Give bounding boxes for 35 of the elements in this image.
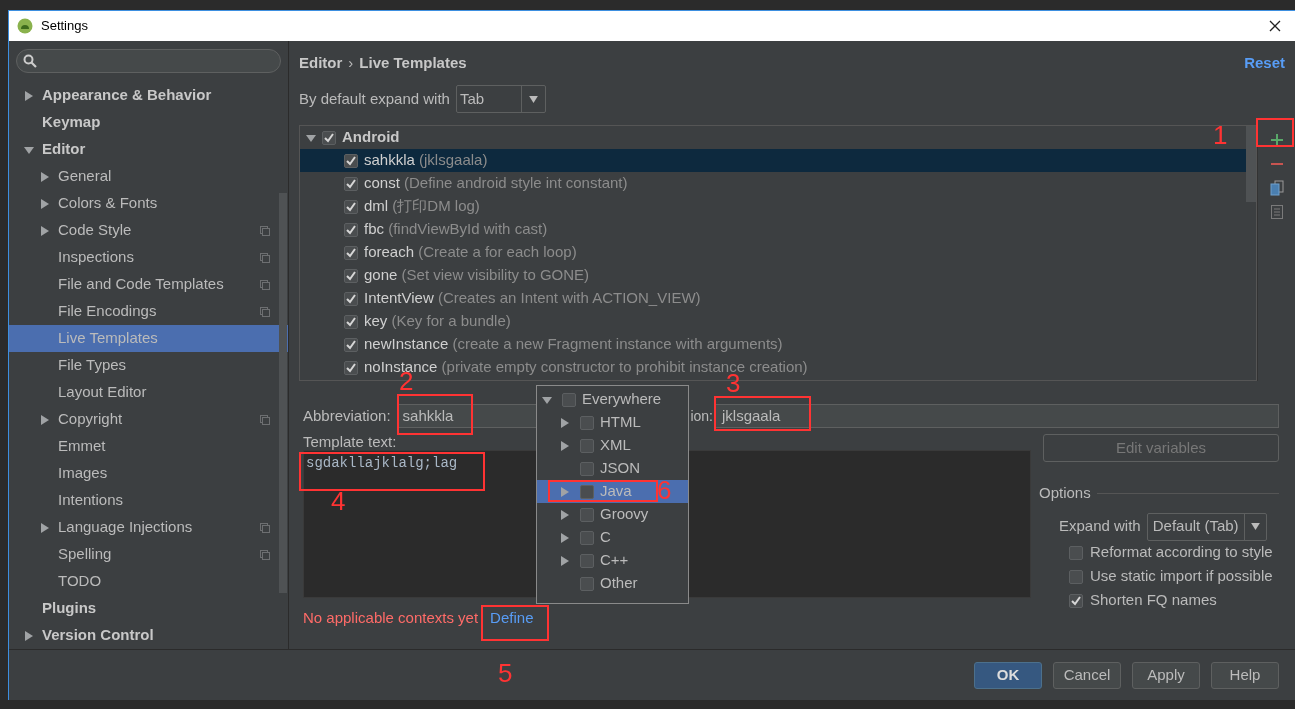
template-text-label: Template text: xyxy=(303,434,397,450)
template-name: sahkkla xyxy=(364,151,415,169)
template-description: (findViewById with cast) xyxy=(388,220,548,238)
template-description: (Create a for each loop) xyxy=(418,243,577,261)
annotation-number: 3 xyxy=(726,372,741,394)
template-name: IntentView xyxy=(364,289,434,307)
window-title: Settings xyxy=(41,17,88,36)
breadcrumb-separator: › xyxy=(348,52,354,73)
template-name: gone xyxy=(364,266,398,284)
template-name: const xyxy=(364,174,400,192)
template-name: newInstance xyxy=(364,335,449,353)
annotation-number: 5 xyxy=(498,662,513,684)
options-title: Options xyxy=(1039,483,1091,503)
template-name: foreach xyxy=(364,243,415,261)
description-label: ion: xyxy=(690,406,713,426)
option-label: Use static import if possible xyxy=(1090,566,1273,587)
template-description: (打印DM log) xyxy=(392,197,480,215)
expand-with-label: Expand with xyxy=(1059,516,1141,537)
template-description: (Define android style int constant) xyxy=(404,174,628,192)
template-description: (create a new Fragment instance with arguments) xyxy=(452,335,783,353)
template-name: fbc xyxy=(364,220,384,238)
template-description: (Key for a bundle) xyxy=(391,312,511,330)
template-name: key xyxy=(364,312,388,330)
annotation-number: 6 xyxy=(657,479,672,501)
abbreviation-label: Abbreviation: xyxy=(303,405,391,426)
annotation-number: 1 xyxy=(1213,124,1228,146)
option-label: Reformat according to style xyxy=(1090,542,1273,563)
expand-label: By default expand with xyxy=(299,88,450,109)
option-label: Shorten FQ names xyxy=(1090,590,1217,611)
error-message: No applicable contexts yet xyxy=(303,608,479,628)
template-description: (jklsgaala) xyxy=(419,151,488,169)
template-description: (Set view visibility to GONE) xyxy=(401,266,590,284)
template-name: dml xyxy=(364,197,389,215)
template-description: (Creates an Intent with ACTION_VIEW) xyxy=(437,289,701,307)
annotation-number: 4 xyxy=(331,490,346,512)
